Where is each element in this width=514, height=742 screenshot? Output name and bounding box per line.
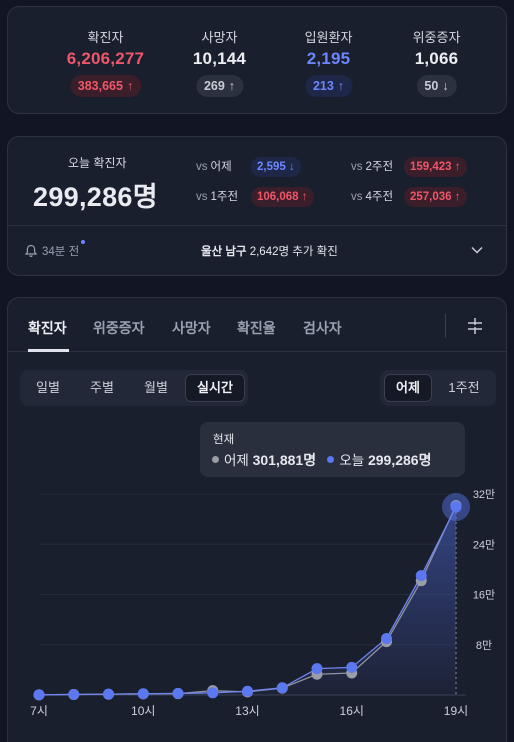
compare-1week: vs 1주전 106,068 ↑: [196, 187, 346, 207]
period-weekly[interactable]: 주별: [76, 374, 128, 402]
arrow-up-icon: ↑: [301, 191, 308, 203]
compare-yesterday-button[interactable]: 어제: [384, 374, 432, 402]
today-value: 299,286명: [33, 182, 158, 212]
today-point: [381, 632, 392, 644]
tab-critical[interactable]: 위중증자: [93, 318, 145, 338]
today-point: [207, 687, 219, 699]
today-point: [450, 501, 462, 513]
today-area: [39, 507, 456, 695]
metric-tabs: 확진자 위중증자 사망자 확진율 검사자: [8, 298, 506, 352]
today-point: [276, 682, 288, 694]
y-tick-label: 32만: [473, 488, 495, 501]
compare-badge: 2,595 ↓: [251, 157, 301, 177]
x-tick-label: 7시: [30, 704, 48, 718]
today-point: [137, 688, 149, 700]
period-monthly[interactable]: 월별: [130, 374, 182, 402]
y-tick-label: 8만: [476, 639, 492, 652]
stat-label: 위중증자: [412, 30, 461, 45]
x-tick-label: 13시: [235, 704, 259, 718]
stat-change-badge: 269 ↑: [195, 75, 244, 97]
stat-change-badge: 50 ↓: [416, 75, 457, 97]
period-selector: 일별 주별 월별 실시간: [20, 370, 248, 406]
chart-card: 확진자 위중증자 사망자 확진율 검사자 일별 주별 월별 실시간 어제 1주전…: [7, 297, 507, 742]
compare-4weeks: vs 4주전 257,036 ↑: [351, 187, 501, 207]
compare-yesterday: vs 어제 2,595 ↓: [196, 157, 336, 177]
today-point: [242, 685, 253, 697]
stat-value: 10,144: [192, 49, 247, 68]
y-tick-label: 16만: [473, 589, 495, 602]
divider: [445, 314, 446, 338]
news-ticker[interactable]: 울산 남구 2,642명 추가 확진: [201, 243, 338, 259]
stat-value: 2,195: [306, 49, 351, 68]
arrow-down-icon: ↓: [442, 79, 449, 93]
tab-positivity[interactable]: 확진율: [237, 318, 276, 338]
x-tick-label: 19시: [444, 704, 468, 718]
filter-icon[interactable]: [465, 316, 485, 336]
arrow-up-icon: ↑: [337, 79, 345, 93]
today-point: [68, 688, 80, 700]
compare-1week-button[interactable]: 1주전: [436, 374, 492, 402]
divider: [8, 225, 506, 226]
compare-badge: 106,068 ↑: [251, 187, 314, 207]
y-tick-label: 24만: [473, 538, 495, 551]
today-point: [103, 688, 114, 700]
today-point: [311, 663, 323, 675]
tab-confirmed[interactable]: 확진자: [28, 318, 67, 338]
stat-label: 사망자: [201, 30, 238, 45]
arrow-up-icon: ↑: [126, 79, 134, 93]
x-tick-label: 16시: [340, 704, 364, 718]
arrow-down-icon: ↓: [288, 161, 295, 173]
tab-tested[interactable]: 검사자: [303, 318, 342, 338]
period-daily[interactable]: 일별: [24, 374, 72, 402]
compare-badge: 159,423 ↑: [404, 157, 467, 177]
summary-stats-card: 확진자 6,206,277 383,665 ↑ 사망자 10,144 269 ↑ 입…: [7, 6, 507, 114]
arrow-up-icon: ↑: [454, 161, 461, 173]
stat-value: 1,066: [414, 49, 459, 68]
today-point: [33, 689, 45, 701]
compare-2weeks: vs 2주전 159,423 ↑: [351, 157, 501, 177]
stat-label: 확진자: [87, 30, 124, 45]
stat-change-badge: 383,665 ↑: [69, 75, 142, 97]
tab-deaths[interactable]: 사망자: [172, 318, 211, 338]
stat-value: 6,206,277: [66, 49, 145, 68]
today-point: [346, 661, 358, 673]
stat-label: 입원환자: [304, 30, 353, 45]
tooltip-values: 어제 301,881명 오늘 299,286명: [212, 449, 431, 470]
arrow-up-icon: ↑: [228, 79, 236, 93]
realtime-chart[interactable]: 8만 16만 24만 32만 7시 10시 13시 16시 19시: [1, 478, 514, 723]
active-tab-indicator: [28, 349, 69, 352]
x-tick-label: 10시: [131, 704, 155, 718]
legend-dot-today: [327, 456, 335, 463]
today-point: [415, 570, 427, 582]
chart-tooltip: 현재 어제 301,881명 오늘 299,286명: [200, 422, 465, 477]
update-time: 34분 전: [42, 246, 80, 258]
bell-icon: [24, 244, 38, 257]
today-confirmed-card: 오늘 확진자 299,286명 vs 어제 2,595 ↓ vs 2주전 159,4…: [7, 136, 507, 276]
new-indicator: [81, 240, 85, 244]
compare-selector: 어제 1주전: [380, 370, 496, 406]
today-label: 오늘 확진자: [68, 156, 127, 170]
stat-change-badge: 213 ↑: [304, 75, 353, 97]
tooltip-title: 현재: [213, 434, 235, 446]
legend-dot-yesterday: [212, 456, 219, 463]
chevron-down-icon[interactable]: [470, 243, 484, 257]
arrow-up-icon: ↑: [454, 191, 461, 203]
compare-badge: 257,036 ↑: [404, 187, 467, 207]
period-realtime[interactable]: 실시간: [185, 374, 245, 402]
today-point: [172, 687, 184, 699]
